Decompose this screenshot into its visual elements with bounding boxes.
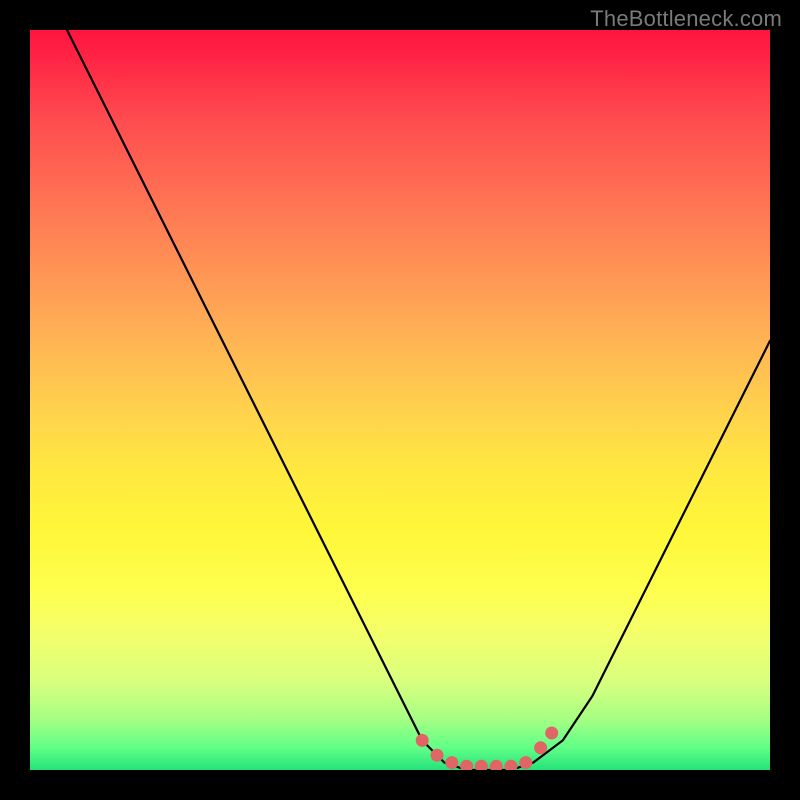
chart-frame: TheBottleneck.com <box>0 0 800 800</box>
attribution-label: TheBottleneck.com <box>590 6 782 32</box>
gradient-plot-area <box>30 30 770 770</box>
